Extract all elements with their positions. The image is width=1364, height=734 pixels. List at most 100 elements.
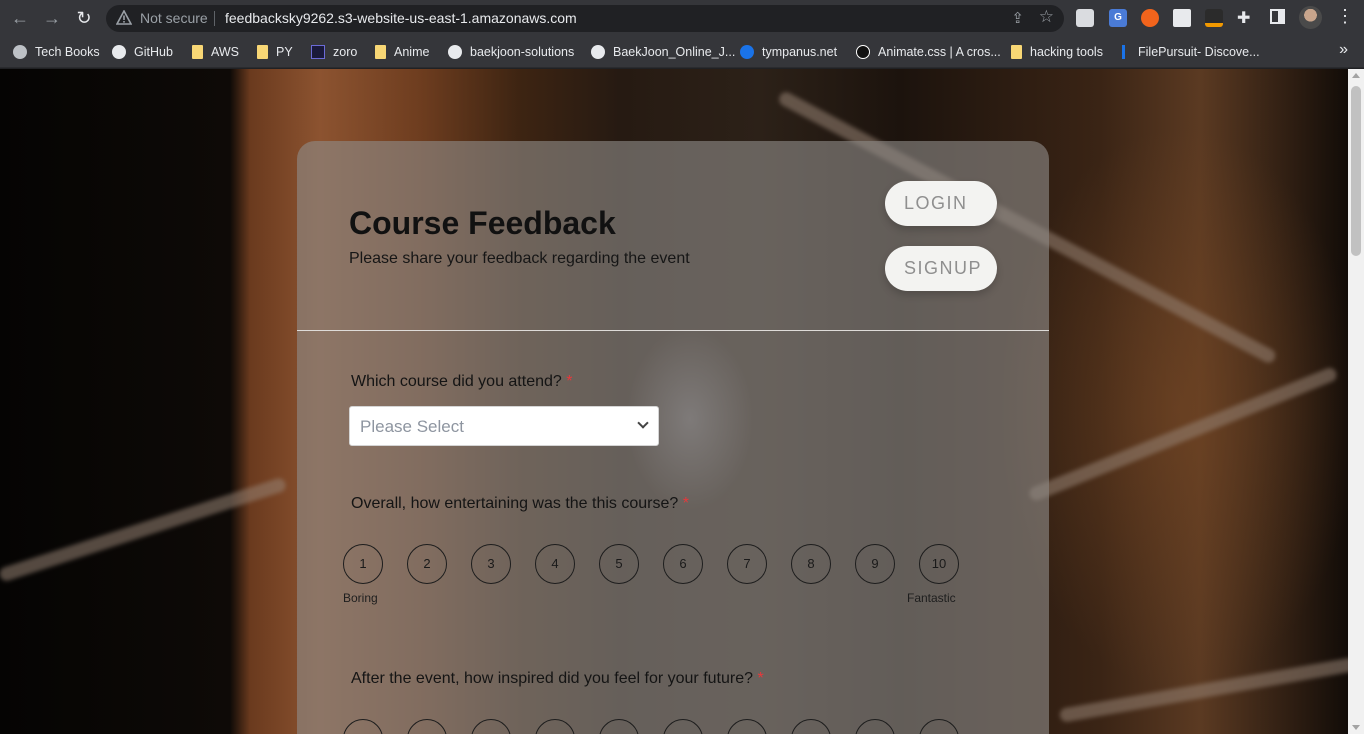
scroll-thumb[interactable] [1351, 86, 1361, 256]
bookmark-label: Anime [394, 45, 430, 59]
rating-option[interactable] [663, 719, 703, 734]
branch-shape [1027, 365, 1339, 503]
rating-low-label: Boring [343, 591, 378, 605]
inspired-rating [343, 719, 963, 734]
select-placeholder: Please Select [360, 417, 464, 436]
warning-icon [116, 10, 132, 25]
bookmark-item[interactable]: Animate.css | A cros... [856, 42, 1001, 62]
extension-icon[interactable] [1173, 9, 1191, 27]
rating-option[interactable] [343, 719, 383, 734]
page-title: Course Feedback [349, 205, 616, 241]
back-icon[interactable]: ← [8, 6, 32, 30]
rating-option[interactable]: 6 [663, 544, 703, 584]
page-scrollbar[interactable] [1348, 69, 1364, 734]
share-icon[interactable]: ⇪ [1011, 9, 1024, 27]
bookmark-label: GitHub [134, 45, 173, 59]
bookmarks-overflow-icon[interactable]: » [1339, 41, 1348, 59]
chevron-down-icon [637, 417, 649, 429]
question-entertaining: Overall, how entertaining was the this c… [351, 495, 689, 513]
bookmark-item[interactable]: PY [257, 42, 293, 62]
bookmark-label: BaekJoon_Online_J... [613, 45, 736, 59]
rating-option[interactable]: 8 [791, 544, 831, 584]
rating-option[interactable]: 9 [855, 544, 895, 584]
branch-shape [0, 476, 288, 583]
bookmark-item[interactable]: FilePursuit- Discove... [1122, 42, 1260, 62]
rating-option[interactable]: 10 [919, 544, 959, 584]
question-course: Which course did you attend? * [351, 373, 572, 391]
github-icon [112, 44, 126, 59]
bookmark-label: FilePursuit- Discove... [1138, 45, 1260, 59]
bookmark-item[interactable]: Tech Books [13, 42, 100, 62]
address-bar[interactable]: Not secure feedbacksky9262.s3-website-us… [106, 5, 1064, 32]
extensions-puzzle-icon[interactable]: ✚ [1237, 8, 1250, 28]
question-inspired: After the event, how inspired did you fe… [351, 670, 764, 688]
rating-option[interactable]: 1 [343, 544, 383, 584]
extension-icon[interactable] [1141, 9, 1159, 27]
globe-icon [13, 44, 27, 59]
rating-option[interactable]: 7 [727, 544, 767, 584]
bookmarks-bar: Tech Books GitHub AWS PY zoro Anime baek… [0, 36, 1364, 68]
course-select[interactable]: Please Select [349, 406, 659, 446]
question-text: Which course did you attend? [351, 373, 562, 390]
header-divider [297, 330, 1049, 331]
bookmark-item[interactable]: GitHub [112, 42, 173, 62]
required-mark: * [566, 373, 573, 390]
rating-option[interactable]: 4 [535, 544, 575, 584]
rating-option[interactable] [471, 719, 511, 734]
animate-icon [856, 44, 870, 59]
bookmark-item[interactable]: zoro [311, 42, 357, 62]
extension-icon[interactable] [1205, 9, 1223, 27]
browser-menu-icon[interactable]: ⋮ [1336, 6, 1354, 27]
rating-option[interactable]: 2 [407, 544, 447, 584]
url-text[interactable]: feedbacksky9262.s3-website-us-east-1.ama… [225, 10, 577, 26]
folder-icon [1011, 44, 1022, 59]
rating-option[interactable] [727, 719, 767, 734]
filepursuit-icon [1122, 44, 1130, 59]
required-mark: * [682, 495, 689, 512]
bookmark-item[interactable]: Anime [375, 42, 429, 62]
bookmark-item[interactable]: AWS [192, 42, 239, 62]
rating-option[interactable] [855, 719, 895, 734]
bookmark-star-icon[interactable]: ☆ [1039, 7, 1054, 27]
rating-option[interactable]: 5 [599, 544, 639, 584]
bookmark-label: AWS [211, 45, 240, 59]
rating-option[interactable] [791, 719, 831, 734]
branch-shape [1058, 657, 1348, 723]
reload-icon[interactable]: ↻ [72, 6, 96, 30]
forward-icon[interactable]: → [40, 6, 64, 30]
zoro-icon [311, 44, 325, 59]
side-panel-icon[interactable] [1270, 9, 1285, 24]
rating-option[interactable] [535, 719, 575, 734]
bookmark-label: baekjoon-solutions [470, 45, 575, 59]
profile-avatar[interactable] [1299, 6, 1322, 29]
bookmark-item[interactable]: hacking tools [1011, 42, 1103, 62]
page-viewport: Course Feedback Please share your feedba… [0, 69, 1364, 734]
address-divider [214, 11, 215, 26]
question-text: Overall, how entertaining was the this c… [351, 495, 679, 512]
login-button[interactable]: LOGIN [885, 181, 997, 226]
bookmark-label: Animate.css | A cros... [878, 45, 1001, 59]
bookmark-label: hacking tools [1030, 45, 1103, 59]
bookmark-item[interactable]: baekjoon-solutions [448, 42, 574, 62]
folder-icon [257, 44, 268, 59]
scroll-down-icon[interactable] [1352, 725, 1360, 730]
translate-extension-icon[interactable]: G [1109, 9, 1127, 27]
rating-option[interactable] [599, 719, 639, 734]
rating-option[interactable] [407, 719, 447, 734]
github-icon [448, 44, 462, 59]
extension-icon[interactable] [1076, 9, 1094, 27]
bookmark-label: zoro [333, 45, 358, 59]
github-icon [591, 44, 605, 59]
security-status[interactable]: Not secure [140, 10, 208, 26]
question-text: After the event, how inspired did you fe… [351, 670, 754, 687]
folder-icon [375, 44, 386, 59]
signup-button[interactable]: SIGNUP [885, 246, 997, 291]
rating-high-label: Fantastic [907, 591, 956, 605]
page-subtitle: Please share your feedback regarding the… [349, 250, 690, 267]
bookmark-item[interactable]: BaekJoon_Online_J... [591, 42, 735, 62]
bookmark-item[interactable]: tympanus.net [740, 42, 837, 62]
bookmark-label: PY [276, 45, 293, 59]
rating-option[interactable] [919, 719, 959, 734]
scroll-up-icon[interactable] [1352, 73, 1360, 78]
rating-option[interactable]: 3 [471, 544, 511, 584]
